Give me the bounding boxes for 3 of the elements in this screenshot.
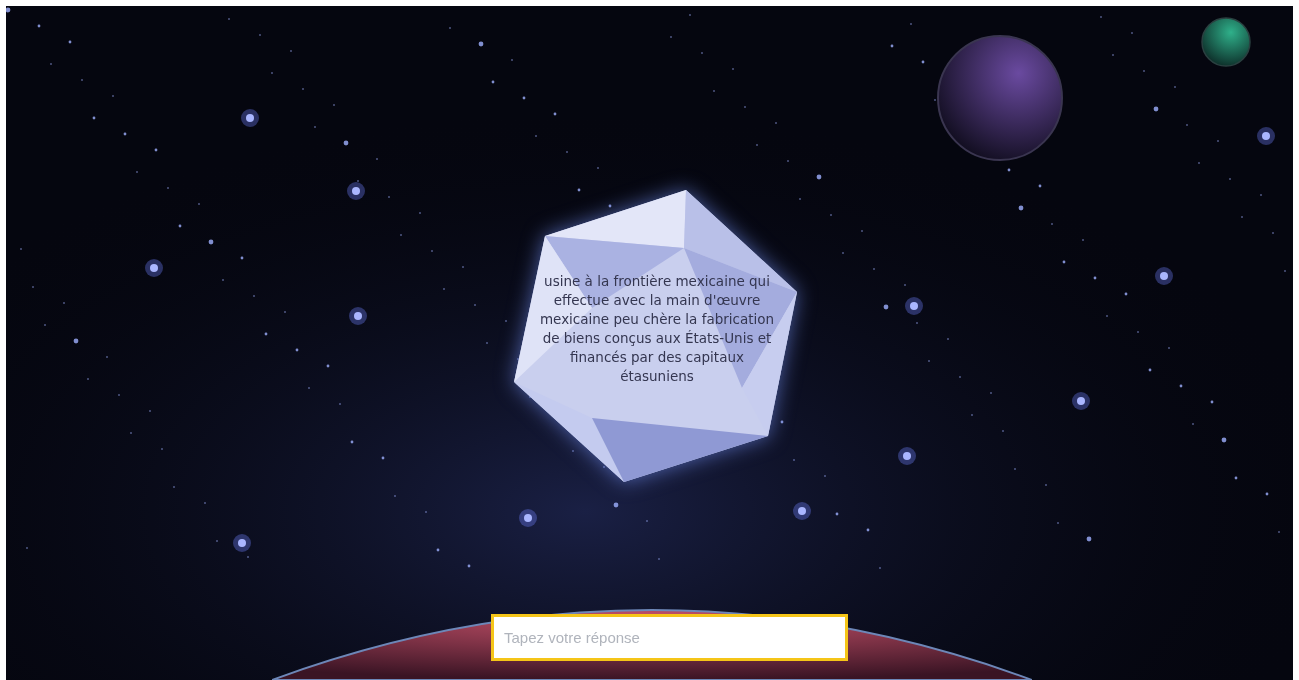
planet-drawing bbox=[1200, 16, 1252, 68]
answer-field[interactable]: Tapez votre réponse bbox=[491, 614, 848, 661]
question-text: usine à la frontière mexicaine qui effectue avec la main d'œuvre mexicaine peu chère la fabrication de biens conçus aux États-Unis et financés par des capitaux étasuniens bbox=[538, 272, 776, 386]
